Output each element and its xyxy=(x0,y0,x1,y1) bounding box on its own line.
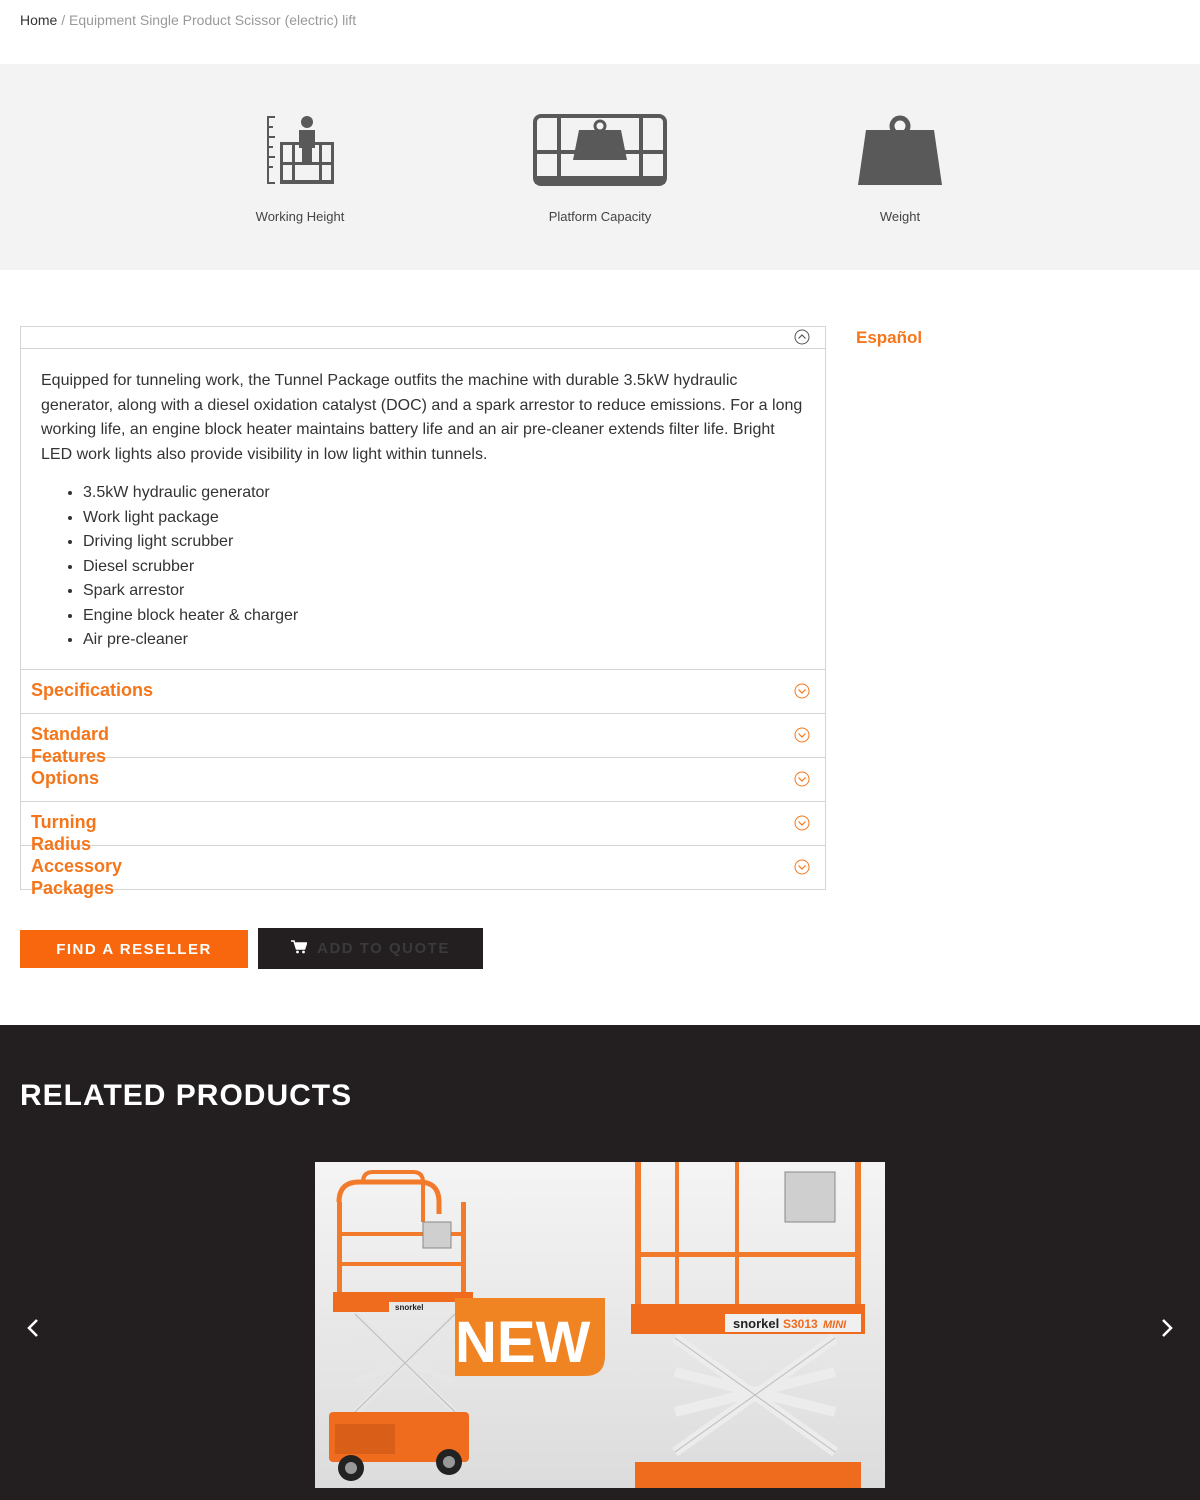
related-products-section: RELATED PRODUCTS snorkel NEW snorkel S30… xyxy=(0,1025,1200,1500)
accordion-open-body: Equipped for tunneling work, the Tunnel … xyxy=(20,349,826,670)
product-brand-right: snorkel xyxy=(733,1316,779,1331)
accordion-item-title[interactable]: Options xyxy=(31,767,141,789)
chevron-down-icon[interactable] xyxy=(794,859,810,880)
product-variant: MINI xyxy=(823,1319,847,1331)
list-item: Driving light scrubber xyxy=(83,530,805,555)
stat-label: Working Height xyxy=(255,209,345,224)
related-products-heading: RELATED PRODUCTS xyxy=(20,1079,353,1112)
carousel-prev-arrow-icon[interactable] xyxy=(20,1313,46,1343)
breadcrumb-separator: / xyxy=(61,12,66,28)
product-model: S3013 xyxy=(783,1317,818,1331)
find-reseller-button[interactable]: FIND A RESELLER xyxy=(20,930,248,968)
working-height-icon xyxy=(180,112,420,188)
package-description: Equipped for tunneling work, the Tunnel … xyxy=(41,372,803,463)
language-link-spanish[interactable]: Español xyxy=(856,328,922,348)
accordion-item-turning-radius[interactable]: Turning Radius xyxy=(20,801,826,854)
product-brand-left: snorkel xyxy=(395,1303,423,1312)
list-item: Diesel scrubber xyxy=(83,555,805,580)
accordion-item-accessory-packages[interactable]: Accessory Packages xyxy=(20,845,826,898)
scissor-lift-illustration-right: snorkel S3013 MINI xyxy=(631,1162,865,1488)
accordion-open-header[interactable] xyxy=(20,326,826,349)
accordion-item-standard-features[interactable]: Standard Features xyxy=(20,713,826,766)
list-item: Work light package xyxy=(83,506,805,531)
accordion-item-options[interactable]: Options xyxy=(20,757,826,802)
add-to-quote-button[interactable]: ADD TO QUOTE xyxy=(258,928,483,969)
stat-working-height: Working Height xyxy=(180,64,420,270)
weight-icon xyxy=(780,112,1020,188)
chevron-down-icon[interactable] xyxy=(794,815,810,836)
chevron-up-icon[interactable] xyxy=(794,329,810,350)
breadcrumb: Home / Equipment Single Product Scissor … xyxy=(20,12,356,28)
list-item: 3.5kW hydraulic generator xyxy=(83,481,805,506)
package-feature-list: 3.5kW hydraulic generator Work light pac… xyxy=(41,481,805,653)
chevron-down-icon[interactable] xyxy=(794,683,810,704)
new-badge: NEW xyxy=(455,1298,605,1376)
scissor-lift-illustration-left: snorkel xyxy=(329,1170,473,1481)
list-item: Spark arrestor xyxy=(83,579,805,604)
stat-weight: Weight xyxy=(780,64,1020,270)
accordion-item-specifications[interactable]: Specifications xyxy=(20,669,826,714)
breadcrumb-trail: Equipment Single Product Scissor (electr… xyxy=(69,12,357,28)
list-item: Engine block heater & charger xyxy=(83,604,805,629)
platform-capacity-icon xyxy=(480,112,720,188)
accordion-item-title[interactable]: Accessory Packages xyxy=(31,855,141,899)
related-product-image[interactable]: snorkel NEW snorkel S3013 MINI xyxy=(315,1162,885,1488)
product-stats-bar: Working Height Platform Capacity Weight xyxy=(0,64,1200,270)
chevron-down-icon[interactable] xyxy=(794,727,810,748)
list-item: Air pre-cleaner xyxy=(83,628,805,653)
chevron-down-icon[interactable] xyxy=(794,771,810,792)
add-to-quote-label: ADD TO QUOTE xyxy=(317,940,450,957)
stat-label: Weight xyxy=(879,209,921,224)
carousel-next-arrow-icon[interactable] xyxy=(1154,1313,1180,1343)
find-reseller-label: FIND A RESELLER xyxy=(56,940,212,958)
stat-platform-capacity: Platform Capacity xyxy=(480,64,720,270)
accordion-item-title[interactable]: Specifications xyxy=(31,679,231,701)
stat-label: Platform Capacity xyxy=(548,209,652,224)
cart-icon xyxy=(291,939,308,958)
breadcrumb-home-link[interactable]: Home xyxy=(20,12,57,28)
product-accordion: Equipped for tunneling work, the Tunnel … xyxy=(20,326,826,898)
new-badge-text: NEW xyxy=(455,1310,591,1375)
